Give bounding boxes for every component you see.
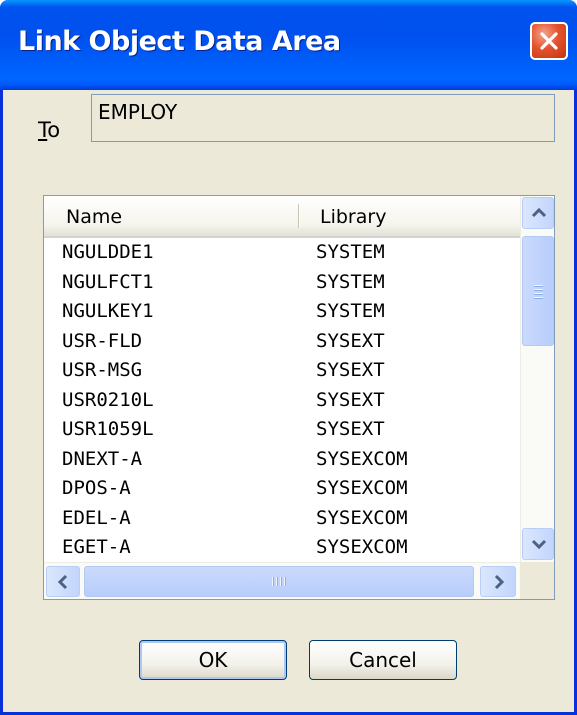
horizontal-scroll-thumb[interactable] — [84, 566, 474, 597]
dialog-title: Link Object Data Area — [18, 26, 341, 57]
scroll-up-button[interactable] — [522, 197, 554, 229]
arrow-left-icon — [57, 574, 68, 590]
arrow-up-icon — [531, 207, 547, 218]
title-bar[interactable]: Link Object Data Area — [0, 0, 577, 90]
horizontal-scrollbar[interactable] — [44, 562, 520, 599]
list-item[interactable]: USR-FLD SYSEXT — [44, 328, 520, 358]
dialog-window: Link Object Data Area To EMPLOY Name Lib… — [0, 0, 577, 715]
item-library: SYSTEM — [316, 300, 385, 322]
list-item[interactable]: USR0210L SYSEXT — [44, 387, 520, 417]
arrow-right-icon — [494, 574, 505, 590]
item-name: DNEXT-A — [62, 447, 143, 470]
list-header: Name Library — [44, 196, 520, 238]
column-header-name[interactable]: Name — [66, 206, 122, 228]
vertical-scrollbar[interactable] — [520, 196, 554, 562]
scroll-right-button[interactable] — [480, 566, 516, 597]
to-label-accelerator: T — [38, 118, 48, 142]
to-label: To — [38, 118, 60, 142]
grip-line — [534, 285, 543, 286]
vertical-scroll-thumb[interactable] — [522, 236, 554, 346]
item-name: EDEL-A — [62, 506, 131, 529]
item-library: SYSEXT — [316, 418, 385, 440]
item-name: USR-MSG — [62, 359, 143, 381]
grip-line — [272, 577, 273, 586]
list-item[interactable]: USR1059L SYSEXT — [44, 416, 520, 446]
item-library: SYSEXCOM — [316, 447, 408, 470]
list-rows: NGULDDE1 SYSTEM NGULFCT1 SYSTEM NGULKEY1 SYST… — [44, 239, 520, 564]
list-item[interactable]: EDEL-A SYSEXCOM — [44, 505, 520, 535]
grip-line — [280, 577, 281, 586]
cancel-button[interactable]: Cancel — [309, 640, 457, 680]
grip-line — [534, 293, 543, 294]
item-library: SYSEXCOM — [316, 536, 408, 558]
item-name: USR1059L — [62, 418, 154, 440]
item-name: USR0210L — [62, 388, 154, 411]
item-library: SYSTEM — [316, 241, 385, 263]
grip-line — [534, 297, 543, 298]
item-name: NGULDDE1 — [62, 241, 154, 263]
item-name: EGET-A — [62, 536, 131, 558]
list-item[interactable]: DNEXT-A SYSEXCOM — [44, 446, 520, 476]
item-name: NGULFCT1 — [62, 270, 154, 293]
scrollbar-corner — [520, 562, 554, 599]
column-header-library[interactable]: Library — [320, 206, 386, 228]
item-library: SYSEXT — [316, 359, 385, 381]
to-field[interactable]: EMPLOY — [91, 94, 555, 142]
arrow-down-icon — [531, 539, 547, 550]
item-name: DPOS-A — [62, 477, 131, 499]
close-icon — [540, 32, 558, 50]
item-library: SYSEXT — [316, 329, 385, 352]
item-name: USR-FLD — [62, 329, 143, 352]
item-library: SYSTEM — [316, 270, 385, 293]
item-name: NGULKEY1 — [62, 300, 154, 322]
object-list[interactable]: Name Library NGULDDE1 SYSTEM NGULFCT1 SYSTE… — [43, 195, 555, 600]
list-item[interactable]: EGET-A SYSEXCOM — [44, 534, 520, 564]
item-library: SYSEXCOM — [316, 506, 408, 529]
list-item[interactable]: USR-MSG SYSEXT — [44, 357, 520, 387]
grip-line — [534, 289, 543, 290]
item-library: SYSEXT — [316, 388, 385, 411]
list-item[interactable]: NGULKEY1 SYSTEM — [44, 298, 520, 328]
list-item[interactable]: DPOS-A SYSEXCOM — [44, 475, 520, 505]
grip-line — [276, 577, 277, 586]
ok-button[interactable]: OK — [139, 640, 287, 680]
scroll-left-button[interactable] — [46, 566, 80, 597]
list-item[interactable]: NGULFCT1 SYSTEM — [44, 269, 520, 299]
item-library: SYSEXCOM — [316, 477, 408, 499]
column-separator[interactable] — [298, 204, 299, 228]
list-item[interactable]: NGULDDE1 SYSTEM — [44, 239, 520, 269]
close-button[interactable] — [530, 22, 568, 60]
scroll-down-button[interactable] — [522, 528, 554, 560]
to-label-rest: o — [47, 118, 61, 142]
grip-line — [284, 577, 285, 586]
